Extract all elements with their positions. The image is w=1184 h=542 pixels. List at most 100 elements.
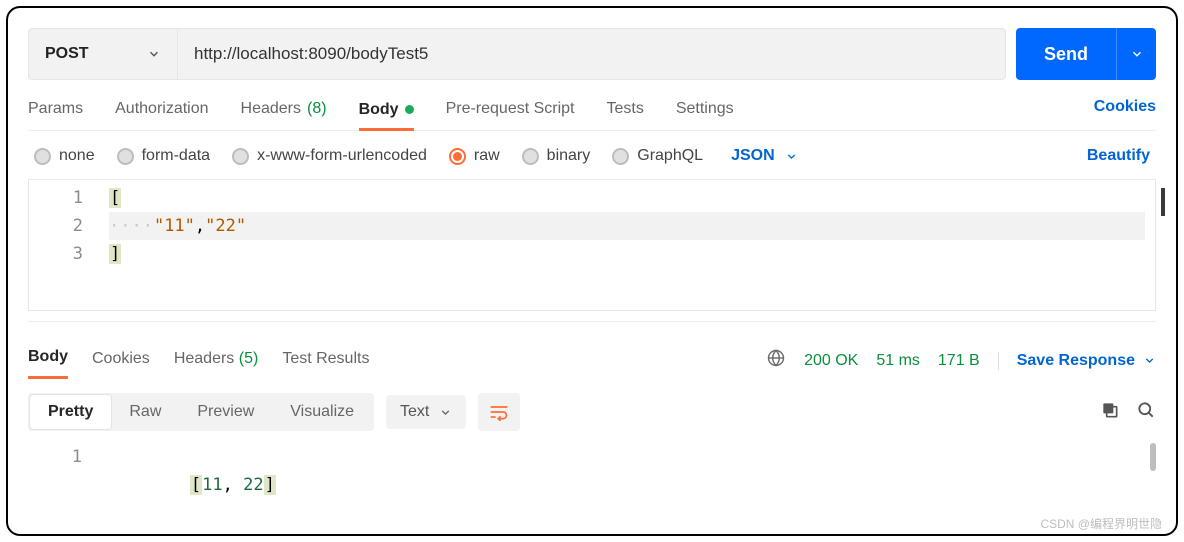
view-mode-group: Pretty Raw Preview Visualize [28, 393, 374, 431]
resp-tab-cookies[interactable]: Cookies [92, 344, 150, 378]
wrap-icon [489, 403, 509, 421]
radio-form-data-label: form-data [142, 147, 210, 165]
resp-tab-headers-label: Headers [174, 350, 234, 367]
bracket-close: ] [109, 244, 121, 264]
view-mode-pretty[interactable]: Pretty [30, 395, 111, 429]
tab-headers-count: (8) [307, 100, 327, 118]
radio-raw-label: raw [474, 147, 500, 165]
tab-settings[interactable]: Settings [676, 94, 734, 130]
radio-xwww-label: x-www-form-urlencoded [257, 147, 427, 165]
bracket-open: [ [190, 475, 202, 495]
globe-icon[interactable] [766, 348, 786, 373]
whitespace: ···· [109, 216, 154, 236]
radio-none-label: none [59, 147, 95, 165]
tab-headers[interactable]: Headers (8) [241, 94, 327, 130]
response-code: [11, 22] [102, 439, 1156, 479]
tab-body[interactable]: Body [359, 95, 414, 131]
radio-icon [232, 148, 249, 165]
resp-tab-headers[interactable]: Headers (5) [174, 344, 259, 378]
response-language-select[interactable]: Text [386, 395, 466, 429]
scrollbar-thumb[interactable] [1150, 443, 1156, 471]
chevron-down-icon [785, 150, 798, 163]
request-body-editor[interactable]: 1 2 3 [ ····"11","22" ] [29, 180, 1155, 310]
radio-icon [117, 148, 134, 165]
resp-tab-body[interactable]: Body [28, 342, 68, 379]
response-size: 171 B [938, 352, 980, 369]
line-number: 1 [28, 443, 82, 471]
view-mode-preview[interactable]: Preview [179, 395, 272, 429]
resp-tab-test-results[interactable]: Test Results [282, 344, 369, 378]
tab-params[interactable]: Params [28, 94, 83, 130]
raw-format-select[interactable]: JSON [731, 147, 798, 165]
editor-code[interactable]: [ ····"11","22" ] [103, 180, 1155, 310]
chevron-down-icon [147, 47, 161, 61]
radio-icon [612, 148, 629, 165]
number-token: 22 [243, 475, 263, 495]
response-body-viewer[interactable]: 1 [11, 22] [28, 439, 1156, 479]
raw-format-value: JSON [731, 147, 775, 165]
save-response-button[interactable]: Save Response [998, 352, 1156, 370]
radio-icon [522, 148, 539, 165]
wrap-lines-button[interactable] [478, 393, 520, 431]
bracket-open: [ [109, 188, 121, 208]
string-token: "11" [154, 216, 195, 236]
radio-raw[interactable]: raw [449, 147, 500, 165]
response-meta: 200 OK 51 ms 171 B Save Response [766, 348, 1156, 373]
line-number: 1 [29, 184, 83, 212]
search-icon[interactable] [1136, 400, 1156, 425]
response-controls: Pretty Raw Preview Visualize Text [28, 379, 1156, 439]
save-response-label: Save Response [1017, 352, 1135, 370]
resp-tab-headers-count: (5) [239, 350, 259, 367]
request-tabs: Params Authorization Headers (8) Body Pr… [28, 94, 1156, 131]
view-mode-raw[interactable]: Raw [111, 395, 179, 429]
string-token: "22" [205, 216, 246, 236]
radio-graphql[interactable]: GraphQL [612, 147, 703, 165]
tab-authorization[interactable]: Authorization [115, 94, 208, 130]
radio-xwww[interactable]: x-www-form-urlencoded [232, 147, 427, 165]
line-number: 2 [29, 212, 83, 240]
radio-icon [449, 148, 466, 165]
app-window: POST http://localhost:8090/bodyTest5 Sen… [6, 6, 1178, 536]
radio-none[interactable]: none [34, 147, 95, 165]
http-method-value: POST [45, 45, 89, 63]
send-dropdown-button[interactable] [1116, 28, 1156, 80]
status-code: 200 OK [804, 352, 858, 370]
response-tabs: Body Cookies Headers (5) Test Results 20… [28, 321, 1156, 379]
chevron-down-icon [1143, 354, 1156, 367]
copy-icon[interactable] [1100, 400, 1120, 425]
send-button-group: Send [1016, 28, 1156, 80]
response-gutter: 1 [28, 439, 102, 479]
radio-form-data[interactable]: form-data [117, 147, 210, 165]
tab-headers-label: Headers [241, 100, 301, 118]
radio-binary[interactable]: binary [522, 147, 591, 165]
cookies-link[interactable]: Cookies [1094, 98, 1156, 126]
tab-body-label: Body [359, 101, 399, 119]
scrollbar-thumb[interactable] [1161, 188, 1165, 216]
radio-graphql-label: GraphQL [637, 147, 703, 165]
send-button[interactable]: Send [1016, 28, 1116, 80]
tab-tests[interactable]: Tests [607, 94, 644, 130]
line-number: 3 [29, 240, 83, 268]
tab-prerequest[interactable]: Pre-request Script [446, 94, 575, 130]
dot-indicator-icon [405, 105, 414, 114]
comma-token: , [195, 216, 205, 236]
watermark-text: CSDN @编程界明世隐 [1040, 515, 1162, 532]
chevron-down-icon [439, 406, 452, 419]
body-type-row: none form-data x-www-form-urlencoded raw… [28, 131, 1156, 180]
response-time: 51 ms [876, 352, 920, 369]
response-right-controls [1100, 400, 1156, 425]
separator: , [223, 475, 243, 495]
radio-binary-label: binary [547, 147, 591, 165]
http-method-select[interactable]: POST [28, 28, 178, 80]
request-body-editor-wrap: 1 2 3 [ ····"11","22" ] [28, 180, 1156, 311]
radio-icon [34, 148, 51, 165]
url-value: http://localhost:8090/bodyTest5 [194, 44, 428, 64]
number-token: 11 [202, 475, 222, 495]
url-input[interactable]: http://localhost:8090/bodyTest5 [178, 28, 1006, 80]
beautify-button[interactable]: Beautify [1087, 147, 1156, 165]
editor-gutter: 1 2 3 [29, 180, 103, 310]
chevron-down-icon [1130, 47, 1144, 61]
response-language-value: Text [400, 403, 429, 421]
bracket-close: ] [264, 475, 276, 495]
view-mode-visualize[interactable]: Visualize [272, 395, 372, 429]
